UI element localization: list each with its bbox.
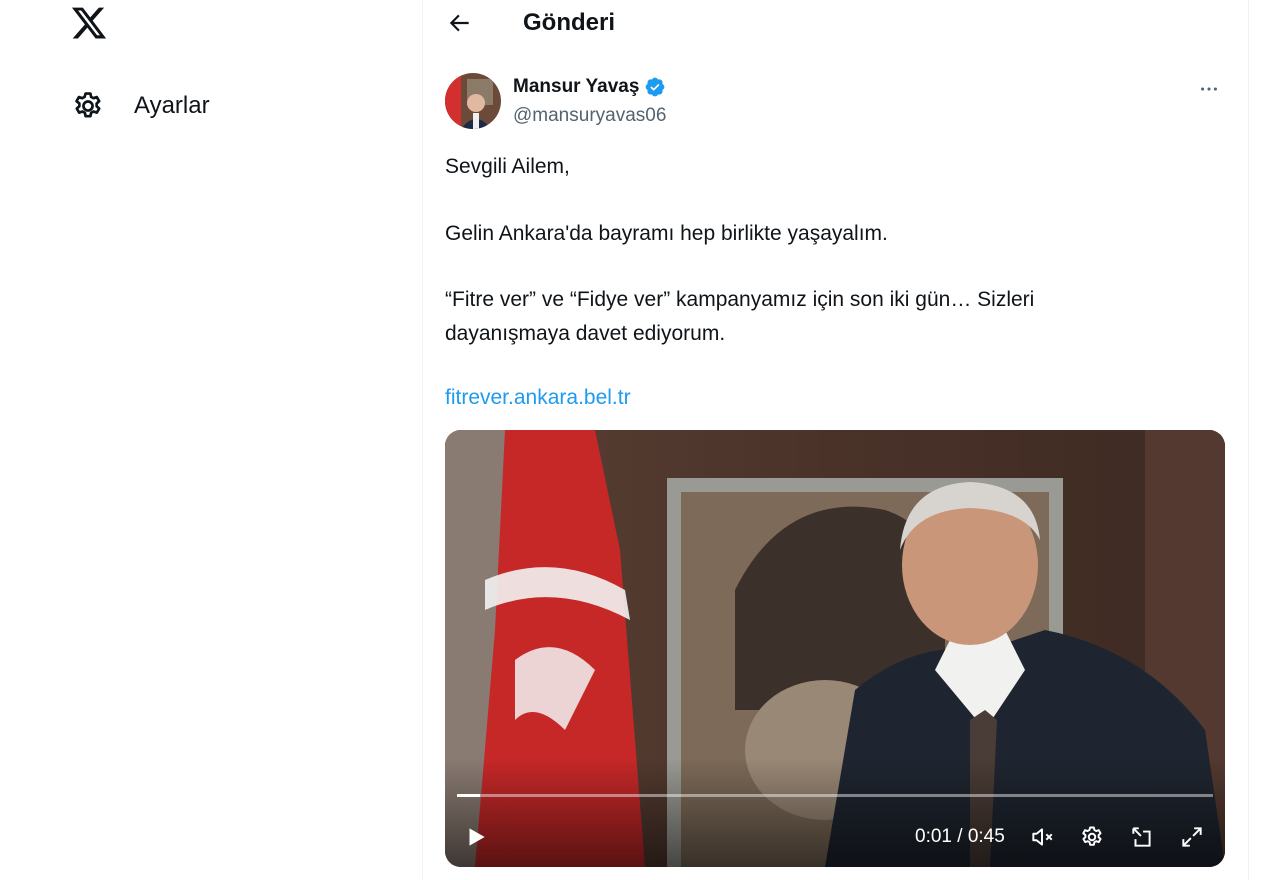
ellipsis-icon bbox=[1201, 87, 1217, 91]
video-frame bbox=[445, 430, 1225, 867]
mute-icon bbox=[1032, 828, 1053, 846]
play-button[interactable] bbox=[461, 822, 491, 852]
gear-icon bbox=[1082, 826, 1102, 846]
video-controls: 0:01 / 0:45 bbox=[445, 810, 1225, 867]
pip-icon bbox=[1132, 827, 1151, 847]
arrow-left-icon bbox=[449, 14, 469, 32]
post-link[interactable]: fitrever.ankara.bel.tr bbox=[445, 381, 631, 415]
video-progress-bar[interactable] bbox=[457, 794, 1213, 797]
post-paragraph: “Fitre ver” ve “Fidye ver” kampanyamız i… bbox=[445, 288, 1035, 345]
video-time: 0:01 / 0:45 bbox=[915, 826, 1005, 847]
fullscreen-icon bbox=[1182, 827, 1202, 847]
sidebar-item-label: Ayarlar bbox=[134, 92, 210, 119]
post-paragraph: Sevgili Ailem, bbox=[445, 155, 570, 178]
picture-in-picture-button[interactable] bbox=[1127, 822, 1157, 852]
avatar[interactable] bbox=[445, 73, 501, 129]
play-icon bbox=[469, 828, 485, 846]
more-options-button[interactable] bbox=[1194, 74, 1224, 104]
x-logo-icon[interactable] bbox=[70, 4, 108, 42]
sidebar: Ayarlar bbox=[0, 0, 422, 880]
author-name-row: Mansur Yavaş bbox=[513, 76, 666, 98]
post-header: Gönderi bbox=[423, 0, 1248, 48]
author-name[interactable]: Mansur Yavaş bbox=[513, 76, 639, 98]
post-column: Gönderi Mansur Yavaş @mansuryavas06 Sevg… bbox=[422, 0, 1249, 880]
author-handle[interactable]: @mansuryavas06 bbox=[513, 105, 666, 127]
gear-icon bbox=[70, 88, 106, 124]
video-player[interactable]: 0:01 / 0:45 bbox=[445, 430, 1225, 867]
back-button[interactable] bbox=[443, 6, 477, 40]
verified-badge-icon bbox=[644, 76, 666, 98]
page-title: Gönderi bbox=[523, 9, 616, 36]
post-paragraph: Gelin Ankara'da bayramı hep birlikte yaş… bbox=[445, 222, 888, 245]
fullscreen-button[interactable] bbox=[1177, 822, 1207, 852]
video-progress-fill bbox=[457, 794, 480, 797]
sidebar-item-settings[interactable]: Ayarlar bbox=[70, 84, 210, 128]
mute-button[interactable] bbox=[1027, 822, 1057, 852]
video-settings-button[interactable] bbox=[1077, 822, 1107, 852]
